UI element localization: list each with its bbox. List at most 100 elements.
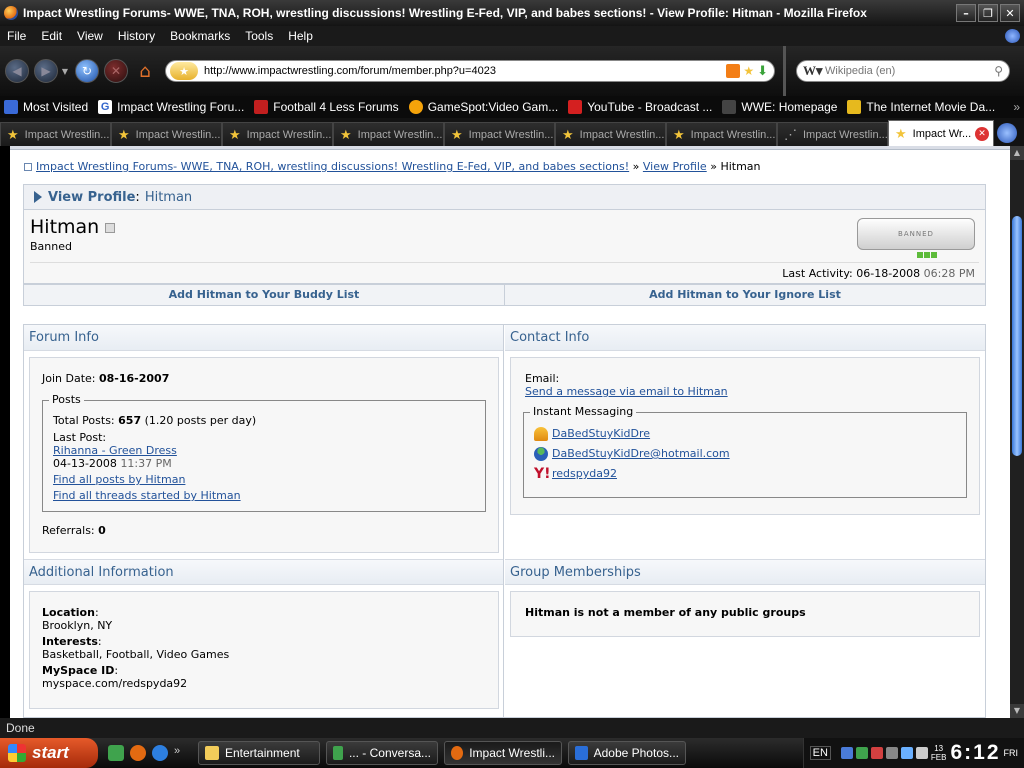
posts-legend: Posts bbox=[49, 393, 84, 406]
taskbar-item-firefox[interactable]: Impact Wrestli... bbox=[444, 741, 562, 765]
profile-summary: Hitman Banned BANNED Last Activity: 06-1… bbox=[23, 210, 986, 284]
stop-button[interactable]: ✕ bbox=[104, 59, 128, 83]
browser-tab[interactable]: ★ Impact Wrestlin... bbox=[333, 122, 444, 146]
bookmark-most-visited[interactable]: Most Visited bbox=[0, 100, 94, 114]
menu-history[interactable]: History bbox=[111, 29, 163, 43]
menu-view[interactable]: View bbox=[70, 29, 111, 43]
find-all-threads-link[interactable]: Find all threads started by Hitman bbox=[53, 489, 241, 502]
im-handle-link[interactable]: DaBedStuyKidDre bbox=[552, 427, 650, 440]
volume-icon[interactable] bbox=[915, 747, 928, 759]
forward-button[interactable]: ▶ bbox=[34, 59, 58, 83]
bookmarks-overflow-icon[interactable]: » bbox=[1013, 100, 1024, 114]
reputation-pip-icon bbox=[924, 252, 930, 258]
wikipedia-icon[interactable]: W▾ bbox=[803, 63, 825, 79]
close-window-button[interactable]: ✕ bbox=[1000, 4, 1020, 22]
taskbar-item-entertainment[interactable]: Entertainment bbox=[198, 741, 320, 765]
url-text[interactable]: http://www.impactwrestling.com/forum/mem… bbox=[198, 65, 726, 77]
browser-tab[interactable]: ★ Impact Wrestlin... bbox=[444, 122, 555, 146]
browser-tab[interactable]: ★ Impact Wrestlin... bbox=[111, 122, 222, 146]
tray-icon[interactable] bbox=[870, 747, 883, 759]
search-bar[interactable]: W▾ ⚲ bbox=[796, 60, 1010, 82]
close-tab-icon[interactable]: ✕ bbox=[975, 126, 989, 141]
bookmark-impact-wrestling[interactable]: G Impact Wrestling Foru... bbox=[94, 100, 250, 114]
browser-tab[interactable]: ★ Impact Wrestlin... bbox=[222, 122, 333, 146]
firefox-quicklaunch-icon[interactable] bbox=[130, 745, 146, 761]
bookmark-gamespot[interactable]: GameSpot:Video Gam... bbox=[405, 100, 565, 114]
additional-info-heading: Additional Information bbox=[24, 559, 503, 585]
bookmark-wwe[interactable]: WWE: Homepage bbox=[718, 100, 843, 114]
find-all-posts-link[interactable]: Find all posts by Hitman bbox=[53, 473, 185, 486]
tray-clock[interactable]: 6:12 bbox=[950, 741, 1000, 765]
date-day: 13 bbox=[934, 744, 944, 753]
browser-tab[interactable]: ★ Impact Wrestlin... bbox=[0, 122, 111, 146]
menu-tools[interactable]: Tools bbox=[238, 29, 281, 43]
back-button[interactable]: ◀ bbox=[5, 59, 29, 83]
total-posts-label: Total Posts: bbox=[53, 414, 115, 427]
browser-tab-active[interactable]: ★ Impact Wr... ✕ bbox=[888, 120, 994, 146]
history-dropdown-icon[interactable]: ▼ bbox=[60, 66, 70, 76]
maximize-button[interactable]: ❐ bbox=[978, 4, 998, 22]
bookmark-football-4-less[interactable]: Football 4 Less Forums bbox=[250, 100, 404, 114]
throbber-icon bbox=[1005, 29, 1020, 43]
browser-tab[interactable]: ⋰ Impact Wrestlin... bbox=[777, 122, 888, 146]
browser-tab[interactable]: ★ Impact Wrestlin... bbox=[666, 122, 777, 146]
menu-file[interactable]: File bbox=[0, 29, 34, 43]
menu-bookmarks[interactable]: Bookmarks bbox=[163, 29, 238, 43]
messenger-quicklaunch-icon[interactable] bbox=[108, 745, 124, 761]
view-profile-header[interactable]: View Profile: Hitman bbox=[23, 184, 986, 210]
network-icon[interactable] bbox=[900, 747, 913, 759]
reputation-pips bbox=[917, 252, 937, 258]
bookmark-youtube[interactable]: YouTube - Broadcast ... bbox=[564, 100, 718, 114]
profile-info-grid: Forum Info Join Date: 08-16-2007 Posts T… bbox=[23, 324, 986, 718]
ie-quicklaunch-icon[interactable] bbox=[152, 745, 168, 761]
scroll-up-icon[interactable]: ▲ bbox=[1010, 146, 1024, 160]
tray-icon[interactable] bbox=[885, 747, 898, 759]
bookmark-imdb[interactable]: The Internet Movie Da... bbox=[843, 100, 1001, 114]
tray-icon[interactable] bbox=[840, 747, 853, 759]
menu-help[interactable]: Help bbox=[281, 29, 321, 43]
add-buddy-link[interactable]: Add Hitman to Your Buddy List bbox=[24, 285, 504, 305]
search-input[interactable] bbox=[825, 65, 995, 77]
system-tray: EN 13 FEB 6:12 FRI bbox=[802, 738, 1024, 768]
send-email-link[interactable]: Send a message via email to Hitman bbox=[525, 385, 728, 398]
taskbar-item-photoshop[interactable]: Adobe Photos... bbox=[568, 741, 686, 765]
breadcrumb-view-profile-link[interactable]: View Profile bbox=[643, 160, 707, 173]
minimize-button[interactable]: – bbox=[956, 4, 976, 22]
add-ignore-link[interactable]: Add Hitman to Your Ignore List bbox=[504, 285, 985, 305]
football-icon bbox=[254, 100, 269, 114]
im-row-aim: DaBedStuyKidDre bbox=[534, 427, 650, 441]
browser-tab[interactable]: ★ Impact Wrestlin... bbox=[555, 122, 666, 146]
search-icon[interactable]: ⚲ bbox=[994, 64, 1003, 78]
reload-button[interactable]: ↻ bbox=[75, 59, 99, 83]
im-handle-link[interactable]: redspyda92 bbox=[552, 467, 617, 480]
go-arrow-icon[interactable]: ⬇ bbox=[757, 64, 768, 79]
imdb-icon bbox=[847, 100, 862, 114]
breadcrumb-forum-link[interactable]: Impact Wrestling Forums- WWE, TNA, ROH, … bbox=[36, 160, 629, 173]
vertical-scrollbar[interactable]: ▲ ▼ bbox=[1010, 146, 1024, 718]
last-post-link[interactable]: Rihanna - Green Dress bbox=[53, 444, 177, 457]
window-title: Impact Wrestling Forums- WWE, TNA, ROH, … bbox=[23, 6, 867, 20]
scroll-down-icon[interactable]: ▼ bbox=[1010, 704, 1024, 718]
tab-favicon-star-icon: ★ bbox=[673, 126, 685, 142]
bookmark-star-icon[interactable]: ★ bbox=[743, 64, 754, 78]
taskbar-item-conversation[interactable]: ... - Conversa... bbox=[326, 741, 438, 765]
last-post-time: 11:37 PM bbox=[120, 457, 172, 470]
location-label: Location bbox=[42, 606, 95, 619]
tray-icon[interactable] bbox=[855, 747, 868, 759]
list-all-tabs-icon[interactable] bbox=[997, 123, 1017, 143]
site-identity-icon[interactable]: ★ bbox=[170, 62, 198, 80]
start-button[interactable]: start bbox=[0, 738, 98, 768]
url-bar[interactable]: ★ http://www.impactwrestling.com/forum/m… bbox=[165, 60, 775, 82]
language-indicator[interactable]: EN bbox=[809, 746, 831, 760]
last-activity-label: Last Activity: bbox=[782, 267, 853, 280]
tray-date: 13 FEB bbox=[931, 744, 947, 762]
collapse-triangle-icon[interactable] bbox=[34, 191, 42, 203]
tab-favicon-star-icon: ★ bbox=[7, 126, 19, 142]
rss-feed-icon[interactable] bbox=[726, 64, 741, 78]
menu-edit[interactable]: Edit bbox=[34, 29, 70, 43]
quicklaunch-overflow-icon[interactable]: » bbox=[174, 745, 184, 761]
scrollbar-thumb[interactable] bbox=[1012, 216, 1022, 456]
im-handle-link[interactable]: DaBedStuyKidDre@hotmail.com bbox=[552, 447, 730, 460]
home-button[interactable]: ⌂ bbox=[133, 59, 157, 83]
tray-weekday: FRI bbox=[1003, 748, 1019, 758]
